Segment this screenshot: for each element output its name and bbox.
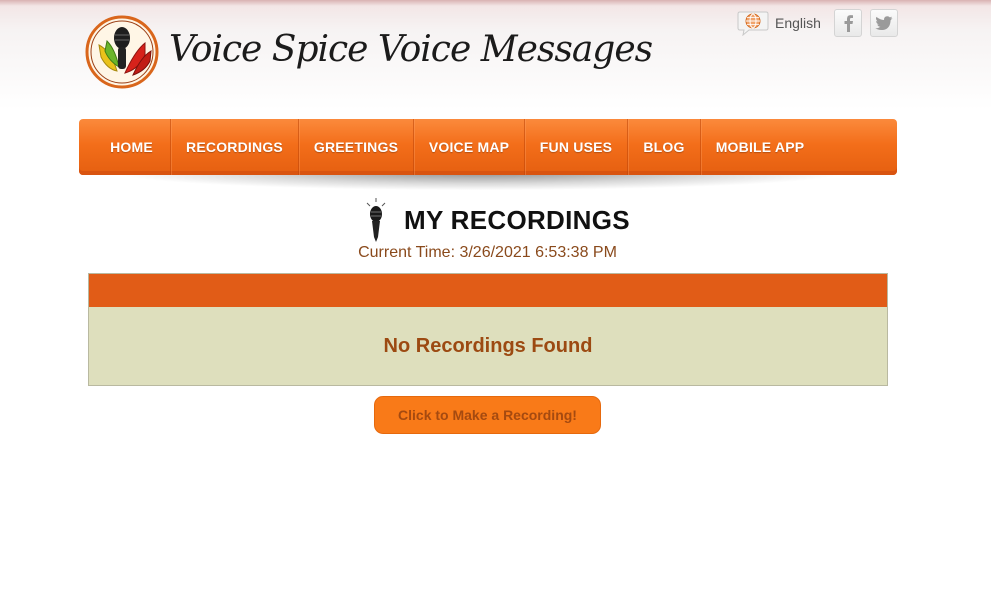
microphone-chili-logo-icon [85, 15, 159, 89]
nav-item-blog[interactable]: BLOG [628, 119, 701, 175]
nav-item-home[interactable]: HOME [79, 119, 171, 175]
main-nav: HOME RECORDINGS GREETINGS VOICE MAP FUN … [79, 119, 897, 175]
site-logo[interactable]: Voice Spice Voice Messages [85, 15, 653, 95]
nav-item-label: HOME [110, 139, 153, 155]
nav-item-label: RECORDINGS [186, 139, 283, 155]
twitter-button[interactable] [870, 9, 898, 37]
nav-item-label: VOICE MAP [428, 139, 510, 155]
current-time: Current Time: 3/26/2021 6:53:38 PM [358, 244, 617, 261]
make-recording-button[interactable]: Click to Make a Recording! [374, 396, 601, 434]
logo-text: Voice Spice Voice Messages [169, 29, 653, 70]
empty-recordings-message: No Recordings Found [89, 307, 887, 385]
nav-item-voice-map[interactable]: VOICE MAP [414, 119, 525, 175]
globe-chat-icon [737, 11, 769, 36]
recordings-table: No Recordings Found [88, 273, 888, 386]
language-selector[interactable]: English [737, 9, 821, 37]
twitter-icon [875, 15, 893, 30]
facebook-icon [844, 15, 853, 32]
page-title: MY RECORDINGS [404, 205, 630, 235]
recordings-table-header [89, 274, 887, 307]
nav-item-label: MOBILE APP [715, 139, 805, 155]
page-title-area: MY RECORDINGS [0, 197, 991, 243]
nav-item-label: BLOG [643, 139, 685, 155]
nav-item-greetings[interactable]: GREETINGS [299, 119, 414, 175]
nav-item-label: GREETINGS [313, 139, 399, 155]
microphone-icon [366, 198, 386, 242]
nav-item-recordings[interactable]: RECORDINGS [171, 119, 299, 175]
language-label: English [775, 15, 821, 31]
nav-item-fun-uses[interactable]: FUN USES [525, 119, 628, 175]
page: Voice Spice Voice Messages English HOME … [0, 0, 991, 609]
facebook-button[interactable] [834, 9, 862, 37]
nav-item-label: FUN USES [539, 139, 613, 155]
nav-item-mobile-app[interactable]: MOBILE APP [701, 119, 819, 175]
